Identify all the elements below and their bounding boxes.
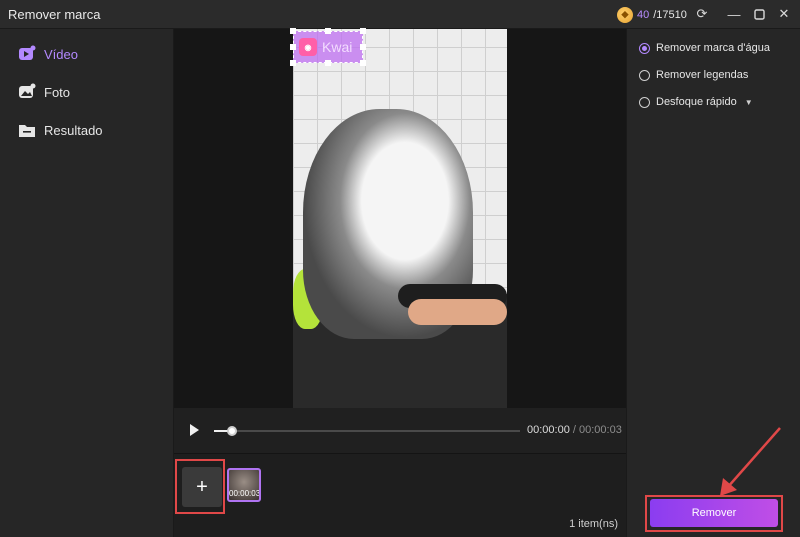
option-label: Remover marca d'água <box>656 42 770 54</box>
window-title: Remover marca <box>8 7 101 22</box>
folder-icon <box>18 121 36 139</box>
resize-handle[interactable] <box>360 44 366 50</box>
video-preview: ◉ Kwai <box>174 28 626 408</box>
watermark-selection[interactable]: ◉ Kwai <box>293 31 363 63</box>
sidebar-item-result[interactable]: Resultado <box>18 119 103 141</box>
sidebar-item-photo[interactable]: Foto <box>18 81 70 103</box>
sidebar-item-video[interactable]: Vídeo <box>18 43 78 65</box>
plus-icon: + <box>196 475 208 498</box>
photo-icon <box>18 83 36 101</box>
maximize-icon[interactable] <box>751 6 767 22</box>
resize-handle[interactable] <box>360 60 366 66</box>
resize-handle[interactable] <box>325 28 331 34</box>
app-window: Remover marca ◆ 40/17510 ⟳ — ✕ Vídeo Fot… <box>0 0 800 537</box>
current-time: 00:00:00 <box>527 424 570 436</box>
radio-icon[interactable] <box>639 69 650 81</box>
minimize-icon[interactable]: — <box>726 6 742 22</box>
timeline-thumb[interactable] <box>227 426 238 436</box>
player-bar: 00:00:00 / 00:00:03 <box>174 408 626 454</box>
editor-area: ◉ Kwai 00:00:00 / 00:00:03 + 00:00:03 1 … <box>174 28 626 537</box>
options-panel: Remover marca d'água Remover legendas De… <box>626 29 800 537</box>
time-separator: / <box>572 424 576 436</box>
option-quick-blur[interactable]: Desfoque rápido ▼ <box>639 94 753 110</box>
chevron-down-icon[interactable]: ▼ <box>745 98 753 107</box>
close-icon[interactable]: ✕ <box>776 6 792 22</box>
remove-button[interactable]: Remover <box>650 499 778 527</box>
credits-display[interactable]: ◆ 40/17510 <box>617 5 687 24</box>
radio-selected-icon[interactable] <box>639 42 650 54</box>
time-display: 00:00:00 / 00:00:03 <box>527 424 622 436</box>
sidebar-item-label: Vídeo <box>44 46 78 62</box>
resize-handle[interactable] <box>290 60 296 66</box>
credits-total: /17510 <box>653 8 687 21</box>
video-clip-thumbnail[interactable]: 00:00:03 <box>227 468 261 502</box>
option-label: Desfoque rápido <box>656 96 737 108</box>
sidebar-item-label: Foto <box>44 84 71 100</box>
coin-icon: ◆ <box>617 6 633 23</box>
video-frame <box>293 29 507 408</box>
item-count: 1 item(ns) <box>569 518 618 530</box>
add-video-button[interactable]: + <box>182 467 222 507</box>
option-remove-watermark[interactable]: Remover marca d'água <box>639 40 770 56</box>
total-time: 00:00:03 <box>579 424 622 436</box>
timeline-slider[interactable] <box>214 426 520 436</box>
video-icon <box>18 45 36 63</box>
radio-icon[interactable] <box>639 96 650 108</box>
resize-handle[interactable] <box>360 28 366 34</box>
kwai-logo-icon: ◉ <box>299 38 317 56</box>
resize-handle[interactable] <box>290 44 296 50</box>
play-icon[interactable] <box>190 424 199 436</box>
option-label: Remover legendas <box>656 69 749 81</box>
watermark-text: Kwai <box>322 39 353 55</box>
option-remove-subtitles[interactable]: Remover legendas <box>639 67 748 83</box>
resize-handle[interactable] <box>290 28 296 34</box>
credits-used: 40 <box>637 8 650 21</box>
clip-duration: 00:00:03 <box>229 489 261 498</box>
refresh-icon[interactable]: ⟳ <box>694 6 710 22</box>
title-bar: Remover marca ◆ 40/17510 ⟳ — ✕ <box>0 0 800 29</box>
sidebar-item-label: Resultado <box>44 122 103 138</box>
sidebar: Vídeo Foto Resultado <box>0 29 174 537</box>
resize-handle[interactable] <box>325 60 331 66</box>
